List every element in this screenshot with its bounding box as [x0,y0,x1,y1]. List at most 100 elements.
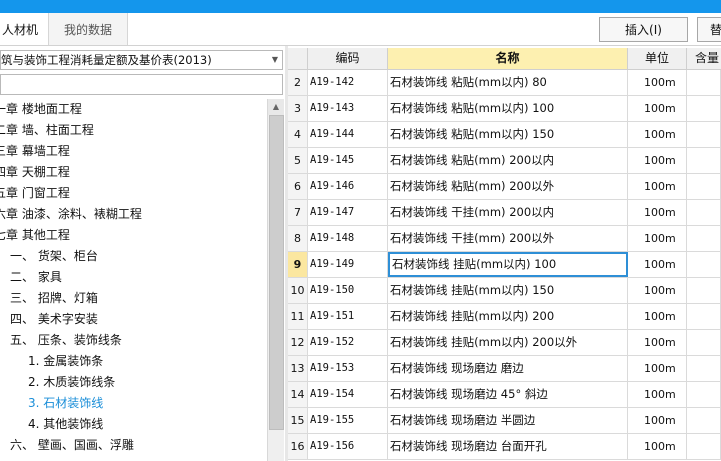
unit-cell[interactable]: 100m [628,96,687,121]
unit-cell[interactable]: 100m [628,174,687,199]
tree-item[interactable]: 3. 石材装饰线 [28,393,103,414]
tab-my-data[interactable]: 我的数据 [48,13,128,45]
code-cell[interactable]: A19-143 [308,96,388,121]
code-cell[interactable]: A19-156 [308,434,388,459]
tree-item[interactable]: 六章 油漆、涂料、裱糊工程 [0,204,142,225]
code-cell[interactable]: A19-145 [308,148,388,173]
tree-item[interactable]: 五章 门窗工程 [0,183,70,204]
unit-cell[interactable]: 100m [628,148,687,173]
tree-item[interactable]: 1. 金属装饰条 [28,351,103,372]
unit-cell[interactable]: 100m [628,356,687,381]
quantity-cell[interactable] [687,382,721,407]
tree-item[interactable]: 五、 压条、装饰线条 [10,330,122,351]
code-cell[interactable]: A19-150 [308,278,388,303]
quantity-cell[interactable] [687,96,721,121]
unit-cell[interactable]: 100m [628,434,687,459]
header-name[interactable]: 名称 [388,48,628,69]
unit-cell[interactable]: 100m [628,122,687,147]
code-cell[interactable]: A19-152 [308,330,388,355]
code-cell[interactable]: A19-144 [308,122,388,147]
name-cell[interactable]: 石材装饰线 粘贴(mm以内) 80 [388,70,628,95]
row-number-cell[interactable]: 6 [288,174,308,199]
name-cell[interactable]: 石材装饰线 粘贴(mm) 200以外 [388,174,628,199]
row-number-cell[interactable]: 14 [288,382,308,407]
name-cell[interactable]: 石材装饰线 挂贴(mm以内) 100 [388,252,628,277]
row-number-cell[interactable]: 5 [288,148,308,173]
tree-scrollbar[interactable]: ▲ [267,99,284,461]
tab-labor-material-machine[interactable]: 人材机 [0,13,50,45]
replace-button[interactable]: 替 [697,17,721,42]
name-cell[interactable]: 石材装饰线 现场磨边 45° 斜边 [388,382,628,407]
row-number-cell[interactable]: 4 [288,122,308,147]
row-number-cell[interactable]: 9 [288,252,308,277]
tree-item[interactable]: 二章 墙、柱面工程 [0,120,94,141]
insert-button[interactable]: 插入(I) [599,17,688,42]
unit-cell[interactable]: 100m [628,252,687,277]
table-row[interactable]: 12 A19-152 石材装饰线 挂贴(mm以内) 200以外 100m [288,330,721,356]
table-row[interactable]: 14 A19-154 石材装饰线 现场磨边 45° 斜边 100m [288,382,721,408]
quantity-cell[interactable] [687,304,721,329]
row-number-cell[interactable]: 15 [288,408,308,433]
table-row[interactable]: 15 A19-155 石材装饰线 现场磨边 半圆边 100m [288,408,721,434]
table-row[interactable]: 16 A19-156 石材装饰线 现场磨边 台面开孔 100m [288,434,721,460]
quantity-cell[interactable] [687,200,721,225]
chevron-down-icon[interactable]: ▼ [272,51,278,69]
unit-cell[interactable]: 100m [628,278,687,303]
row-number-cell[interactable]: 13 [288,356,308,381]
code-cell[interactable]: A19-155 [308,408,388,433]
row-number-cell[interactable]: 2 [288,70,308,95]
tree-item[interactable]: 四、 美术字安装 [10,309,98,330]
code-cell[interactable]: A19-146 [308,174,388,199]
name-cell[interactable]: 石材装饰线 干挂(mm) 200以外 [388,226,628,251]
quantity-cell[interactable] [687,408,721,433]
table-row[interactable]: 11 A19-151 石材装饰线 挂贴(mm以内) 200 100m [288,304,721,330]
name-cell[interactable]: 石材装饰线 挂贴(mm以内) 200 [388,304,628,329]
row-number-cell[interactable]: 11 [288,304,308,329]
code-cell[interactable]: A19-154 [308,382,388,407]
tree-item[interactable]: 三章 幕墙工程 [0,141,70,162]
name-cell[interactable]: 石材装饰线 挂贴(mm以内) 200以外 [388,330,628,355]
scroll-thumb[interactable] [269,115,284,430]
tree-item[interactable]: 四章 天棚工程 [0,162,70,183]
code-cell[interactable]: A19-148 [308,226,388,251]
tree-item[interactable]: 三、 招牌、灯箱 [10,288,98,309]
name-cell[interactable]: 石材装饰线 粘贴(mm以内) 100 [388,96,628,121]
tree-item[interactable]: 二、 家具 [10,267,62,288]
tree-item[interactable]: 一章 楼地面工程 [0,99,82,120]
unit-cell[interactable]: 100m [628,200,687,225]
name-cell[interactable]: 石材装饰线 粘贴(mm以内) 150 [388,122,628,147]
quantity-cell[interactable] [687,122,721,147]
table-row[interactable]: 9 A19-149 石材装饰线 挂贴(mm以内) 100 100m [288,252,721,278]
table-row[interactable]: 3 A19-143 石材装饰线 粘贴(mm以内) 100 100m [288,96,721,122]
quota-library-select[interactable]: 筑与装饰工程消耗量定额及基价表(2013) ▼ [0,50,283,70]
code-cell[interactable]: A19-142 [308,70,388,95]
quantity-cell[interactable] [687,330,721,355]
row-number-cell[interactable]: 12 [288,330,308,355]
table-row[interactable]: 10 A19-150 石材装饰线 挂贴(mm以内) 150 100m [288,278,721,304]
header-quantity[interactable]: 含量 [687,48,721,69]
quantity-cell[interactable] [687,278,721,303]
quantity-cell[interactable] [687,174,721,199]
unit-cell[interactable]: 100m [628,70,687,95]
table-row[interactable]: 7 A19-147 石材装饰线 干挂(mm) 200以内 100m [288,200,721,226]
unit-cell[interactable]: 100m [628,382,687,407]
quantity-cell[interactable] [687,226,721,251]
name-cell[interactable]: 石材装饰线 干挂(mm) 200以内 [388,200,628,225]
table-row[interactable]: 2 A19-142 石材装饰线 粘贴(mm以内) 80 100m [288,70,721,96]
tree-item[interactable]: 六、 壁画、国画、浮雕 [10,435,134,456]
unit-cell[interactable]: 100m [628,226,687,251]
quantity-cell[interactable] [687,148,721,173]
table-row[interactable]: 8 A19-148 石材装饰线 干挂(mm) 200以外 100m [288,226,721,252]
header-code[interactable]: 编码 [308,48,388,69]
unit-cell[interactable]: 100m [628,304,687,329]
row-number-cell[interactable]: 3 [288,96,308,121]
name-cell[interactable]: 石材装饰线 粘贴(mm) 200以内 [388,148,628,173]
code-cell[interactable]: A19-153 [308,356,388,381]
tree-item[interactable]: 七章 其他工程 [0,225,70,246]
quantity-cell[interactable] [687,252,721,277]
quantity-cell[interactable] [687,356,721,381]
code-cell[interactable]: A19-151 [308,304,388,329]
row-number-cell[interactable]: 10 [288,278,308,303]
table-row[interactable]: 6 A19-146 石材装饰线 粘贴(mm) 200以外 100m [288,174,721,200]
unit-cell[interactable]: 100m [628,408,687,433]
